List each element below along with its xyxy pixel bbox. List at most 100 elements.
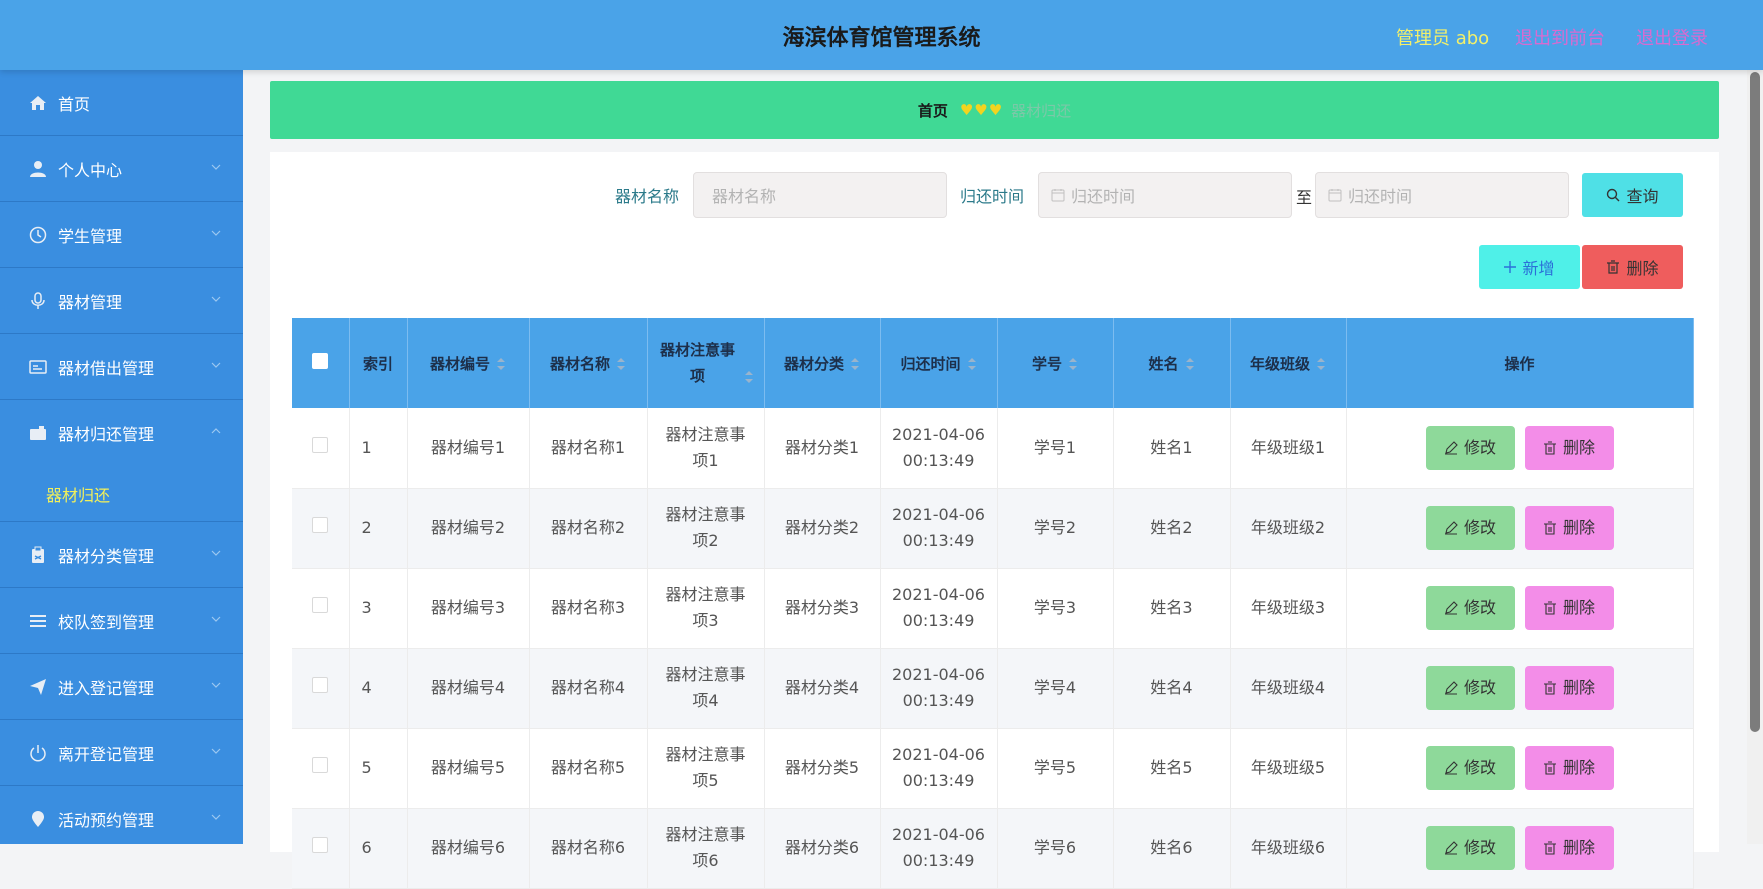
column-header[interactable]: 归还时间 [880,318,998,408]
edit-button[interactable]: 修改 [1425,666,1515,710]
row-checkbox[interactable] [312,757,329,773]
cell-note: 器材注意事项1 [647,408,765,489]
send-icon [28,677,48,697]
equipment-name-input[interactable]: 器材名称 [693,172,947,218]
sidebar-item-profile[interactable]: 个人中心 [0,136,243,202]
sort-icon[interactable] [1068,356,1078,372]
return-time-label: 归还时间 [960,187,1025,206]
bulk-delete-button[interactable]: 删除 [1582,245,1683,289]
row-checkbox[interactable] [312,837,329,853]
cell-time: 00:13:49 [902,450,975,470]
clipboard-icon [28,545,48,565]
return-time-from-input[interactable]: 归还时间 [1038,172,1292,218]
sidebar-item-label: 进入登记管理 [58,678,155,698]
column-header[interactable]: 器材编号 [407,318,530,408]
plus-icon [1504,261,1517,273]
column-header[interactable]: 器材名称 [529,318,648,408]
sidebar-item-label: 器材分类管理 [58,546,155,566]
cell-category: 器材分类3 [764,568,881,649]
logout-link[interactable]: 退出登录 [1636,24,1708,50]
cell-student-id: 学号4 [997,648,1114,729]
sort-icon[interactable] [496,356,506,372]
cell-time: 00:13:49 [902,691,975,710]
cell-return-time: 2021-04-06 00:13:49 [880,408,998,489]
row-select-cell [292,568,350,649]
trash-icon [1543,521,1556,535]
sort-icon[interactable] [967,356,977,372]
exit-to-front-link[interactable]: 退出到前台 [1515,24,1605,50]
row-checkbox[interactable] [312,436,329,453]
row-delete-label: 删除 [1562,437,1595,457]
add-button[interactable]: 新增 [1479,245,1580,289]
row-delete-button[interactable]: 删除 [1524,506,1614,550]
sidebar-item-exit[interactable]: 离开登记管理 [0,720,243,786]
main-content: 首页 ♥♥♥ 器材归还 器材名称 器材名称 归还时间 归还时间 至 归还时间 查… [243,70,1747,889]
cell-actions: 修改 删除 [1346,648,1694,729]
cell-time: 00:13:49 [902,611,975,630]
edit-button[interactable]: 修改 [1425,746,1515,790]
sidebar-item-team-signin[interactable]: 校队签到管理 [0,588,243,654]
sort-icon[interactable] [850,356,860,372]
sort-icon[interactable] [616,356,626,372]
breadcrumb-current: 器材归还 [1011,101,1072,120]
chevron-down-icon [211,616,221,622]
equipment-name-label: 器材名称 [615,187,680,206]
cell-index: 4 [349,648,408,729]
cell-note: 器材注意事项2 [647,488,765,569]
sidebar-item-categories[interactable]: 器材分类管理 [0,522,243,588]
sidebar-item-home[interactable]: 首页 [0,70,243,136]
cell-student-id: 学号2 [997,488,1114,569]
scrollbar-thumb[interactable] [1750,72,1760,732]
column-header[interactable]: 学号 [997,318,1114,408]
row-delete-button[interactable]: 删除 [1524,826,1614,870]
cell-note: 器材注意事项4 [647,648,765,729]
cell-note: 器材注意事项6 [647,808,765,889]
sidebar-item-lending[interactable]: 器材借出管理 [0,334,243,400]
sidebar: 首页 个人中心 学生管理 器材管理 器材借出管理 器材归还管理 器材归还 器材分… [0,70,243,844]
column-header[interactable]: 器材注意事项 [647,318,765,408]
row-select-cell [292,408,350,489]
cell-date: 2021-04-06 [892,665,985,684]
breadcrumb-home[interactable]: 首页 [918,100,948,121]
sort-icon[interactable] [1185,356,1195,372]
sidebar-item-equipment[interactable]: 器材管理 [0,268,243,334]
sidebar-subitem-return[interactable]: 器材归还 [0,466,243,522]
select-all-checkbox[interactable] [312,353,329,369]
sidebar-item-entry[interactable]: 进入登记管理 [0,654,243,720]
row-delete-button[interactable]: 删除 [1524,746,1614,790]
sidebar-item-reservation[interactable]: 活动预约管理 [0,786,243,844]
column-header-label: 姓名 [1148,354,1179,373]
query-button[interactable]: 查询 [1582,173,1683,217]
edit-button[interactable]: 修改 [1425,425,1515,470]
cell-name: 器材名称6 [529,808,648,889]
edit-icon [1444,841,1458,855]
sidebar-item-return[interactable]: 器材归还管理 [0,400,243,466]
row-checkbox[interactable] [312,677,329,693]
return-time-to-input[interactable]: 归还时间 [1315,172,1569,218]
row-delete-button[interactable]: 删除 [1524,666,1614,710]
sort-icon[interactable] [1316,356,1326,372]
edit-button[interactable]: 修改 [1425,506,1515,550]
edit-button[interactable]: 修改 [1425,826,1515,870]
cell-student-name: 姓名4 [1113,648,1231,729]
sidebar-item-label: 首页 [58,94,91,114]
calendar-icon [1328,189,1342,202]
column-header[interactable]: 姓名 [1113,318,1231,408]
sidebar-item-students[interactable]: 学生管理 [0,202,243,268]
row-delete-button[interactable]: 删除 [1524,586,1614,630]
cell-name: 器材名称5 [529,728,648,809]
row-delete-button[interactable]: 删除 [1524,425,1614,470]
cell-return-time: 2021-04-06 00:13:49 [880,808,998,889]
column-header[interactable]: 年级班级 [1230,318,1347,408]
cell-class: 年级班级4 [1230,648,1347,729]
edit-button[interactable]: 修改 [1425,586,1515,630]
edit-icon [1444,601,1458,615]
cell-date: 2021-04-06 [892,825,985,844]
cell-student-id: 学号5 [997,728,1114,809]
row-checkbox[interactable] [312,517,329,533]
edit-icon [1444,440,1458,455]
sort-icon[interactable] [744,369,754,385]
vertical-scrollbar[interactable] [1747,70,1763,844]
row-checkbox[interactable] [312,597,329,613]
column-header[interactable]: 器材分类 [764,318,881,408]
